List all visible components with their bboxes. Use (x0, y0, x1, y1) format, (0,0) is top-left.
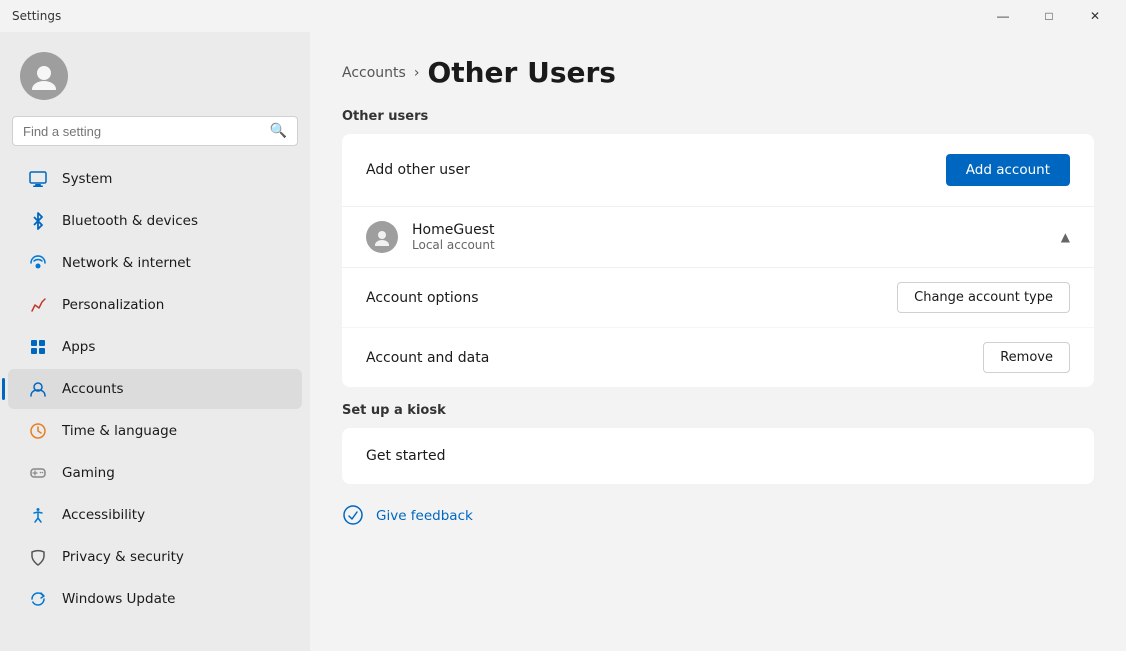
account-options-row: Account options Change account type (342, 268, 1094, 328)
avatar (20, 52, 68, 100)
sidebar: 🔍 System Bluetooth & devices Network & i… (0, 32, 310, 651)
search-input[interactable] (23, 124, 262, 139)
sidebar-label-accessibility: Accessibility (62, 507, 145, 523)
apps-icon (28, 337, 48, 357)
titlebar: Settings — □ ✕ (0, 0, 1126, 32)
sidebar-label-network: Network & internet (62, 255, 191, 271)
other-users-card: Add other user Add account HomeGu (342, 134, 1094, 387)
user-details: HomeGuest Local account (412, 222, 495, 252)
sidebar-item-personalization[interactable]: Personalization (8, 285, 302, 325)
kiosk-section: Set up a kiosk Get started (342, 403, 1094, 484)
sidebar-label-system: System (62, 171, 112, 187)
kiosk-section-title: Set up a kiosk (342, 403, 1094, 418)
sidebar-profile (0, 32, 310, 116)
gaming-icon (28, 463, 48, 483)
system-icon (28, 169, 48, 189)
user-type: Local account (412, 238, 495, 252)
sidebar-label-time: Time & language (62, 423, 177, 439)
breadcrumb-separator: › (414, 65, 420, 81)
sidebar-item-time[interactable]: Time & language (8, 411, 302, 451)
home-guest-row: HomeGuest Local account ▲ Account option… (342, 206, 1094, 387)
privacy-icon (28, 547, 48, 567)
minimize-button[interactable]: — (980, 0, 1026, 32)
user-name: HomeGuest (412, 222, 495, 238)
give-feedback-link[interactable]: Give feedback (376, 508, 473, 524)
sidebar-item-gaming[interactable]: Gaming (8, 453, 302, 493)
update-icon (28, 589, 48, 609)
breadcrumb: Accounts › Other Users (342, 56, 1094, 89)
user-avatar (366, 221, 398, 253)
window-controls: — □ ✕ (980, 0, 1118, 32)
feedback-icon (342, 504, 366, 528)
sidebar-item-privacy[interactable]: Privacy & security (8, 537, 302, 577)
user-options: Account options Change account type Acco… (342, 267, 1094, 387)
feedback-row: Give feedback (342, 500, 1094, 532)
main-content: Accounts › Other Users Other users Add o… (310, 32, 1126, 651)
breadcrumb-current: Other Users (427, 56, 616, 89)
change-account-type-button[interactable]: Change account type (897, 282, 1070, 313)
personalization-icon (28, 295, 48, 315)
sidebar-item-accounts[interactable]: Accounts (8, 369, 302, 409)
maximize-button[interactable]: □ (1026, 0, 1072, 32)
accessibility-icon (28, 505, 48, 525)
search-icon: 🔍 (270, 123, 287, 139)
remove-button[interactable]: Remove (983, 342, 1070, 373)
accounts-icon (28, 379, 48, 399)
account-options-label: Account options (366, 290, 479, 306)
sidebar-label-gaming: Gaming (62, 465, 115, 481)
chevron-up-icon: ▲ (1061, 230, 1070, 244)
kiosk-card: Get started (342, 428, 1094, 484)
get-started-label: Get started (366, 448, 446, 464)
close-button[interactable]: ✕ (1072, 0, 1118, 32)
bluetooth-icon (28, 211, 48, 231)
account-data-label: Account and data (366, 350, 489, 366)
other-users-section-title: Other users (342, 109, 1094, 124)
search-box[interactable]: 🔍 (12, 116, 298, 146)
add-other-user-label: Add other user (366, 162, 470, 178)
sidebar-label-apps: Apps (62, 339, 95, 355)
time-icon (28, 421, 48, 441)
sidebar-item-update[interactable]: Windows Update (8, 579, 302, 619)
user-info: HomeGuest Local account (366, 221, 495, 253)
network-icon (28, 253, 48, 273)
sidebar-item-accessibility[interactable]: Accessibility (8, 495, 302, 535)
account-data-row: Account and data Remove (342, 328, 1094, 387)
user-header[interactable]: HomeGuest Local account ▲ (342, 207, 1094, 267)
get-started-row[interactable]: Get started (342, 428, 1094, 484)
add-other-user-row: Add other user Add account (342, 134, 1094, 206)
app-title: Settings (12, 9, 61, 23)
sidebar-item-bluetooth[interactable]: Bluetooth & devices (8, 201, 302, 241)
sidebar-label-personalization: Personalization (62, 297, 164, 313)
sidebar-label-bluetooth: Bluetooth & devices (62, 213, 198, 229)
sidebar-item-network[interactable]: Network & internet (8, 243, 302, 283)
sidebar-label-accounts: Accounts (62, 381, 124, 397)
sidebar-item-apps[interactable]: Apps (8, 327, 302, 367)
sidebar-label-update: Windows Update (62, 591, 175, 607)
sidebar-item-system[interactable]: System (8, 159, 302, 199)
add-account-button[interactable]: Add account (946, 154, 1070, 186)
sidebar-label-privacy: Privacy & security (62, 549, 184, 565)
breadcrumb-parent[interactable]: Accounts (342, 65, 406, 81)
